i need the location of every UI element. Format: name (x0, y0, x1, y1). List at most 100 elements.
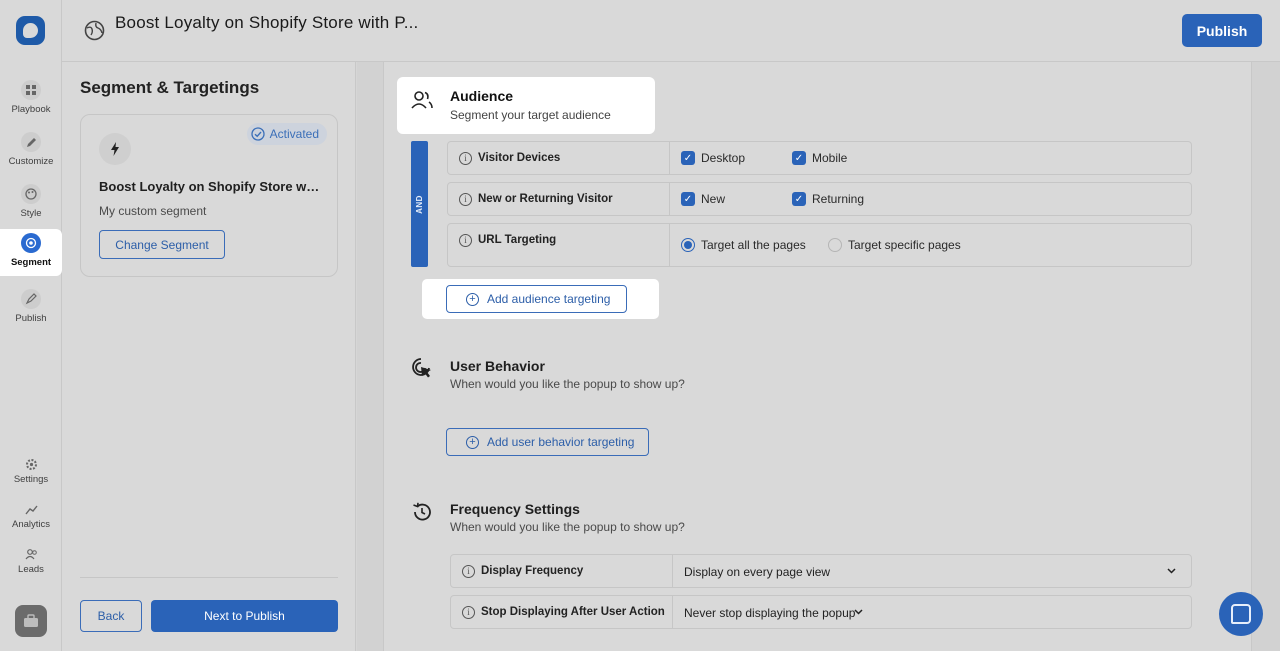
users-icon (25, 549, 37, 560)
button-label: Add user behavior targeting (487, 435, 635, 449)
targeting-row-new-returning: i New or Returning Visitor ✓ New ✓ Retur… (447, 182, 1192, 216)
option-label: Target specific pages (848, 238, 961, 252)
segment-panel: Segment & Targetings Activated Boost Loy… (62, 62, 356, 651)
app-logo[interactable] (16, 16, 45, 45)
row-label: Stop Displaying After User Action (481, 606, 665, 618)
rail-item-leads[interactable]: Leads (0, 548, 62, 575)
rail-label: Analytics (11, 519, 50, 530)
info-icon[interactable]: i (462, 606, 475, 619)
rail-item-style[interactable]: Style (0, 180, 62, 228)
add-audience-highlight: + Add audience targeting (422, 279, 659, 319)
rail-label: Segment (10, 257, 52, 268)
option-label: Mobile (812, 151, 848, 165)
row-label: New or Returning Visitor (478, 193, 613, 205)
rail-item-segment[interactable]: Segment (0, 229, 62, 276)
add-user-behavior-targeting-button[interactable]: + Add user behavior targeting (446, 428, 649, 456)
section-title: User Behavior (450, 358, 545, 374)
divider (80, 577, 338, 578)
and-label: AND (415, 194, 424, 214)
globe-icon (84, 20, 105, 41)
section-title: Frequency Settings (450, 501, 580, 517)
top-bar: Boost Loyalty on Shopify Store with P...… (62, 0, 1280, 62)
row-label: URL Targeting (478, 234, 557, 246)
status-badge: Activated (246, 123, 327, 145)
checkbox-checked-icon: ✓ (792, 151, 806, 165)
radio-target-all-pages[interactable]: Target all the pages (681, 238, 806, 252)
display-frequency-select[interactable]: Display on every page view (684, 565, 830, 579)
targeting-row-url: i URL Targeting Target all the pages Tar… (447, 223, 1192, 267)
info-icon[interactable]: i (459, 193, 472, 206)
rail-label: Style (20, 208, 42, 219)
segment-subtitle: My custom segment (99, 204, 207, 218)
info-icon[interactable]: i (459, 234, 472, 247)
and-connector: AND (411, 141, 428, 267)
rocket-icon (21, 289, 41, 309)
chevron-down-icon[interactable] (1167, 568, 1176, 574)
targeting-row-visitor-devices: i Visitor Devices ✓ Desktop ✓ Mobile (447, 141, 1192, 175)
history-icon (413, 502, 431, 521)
back-button[interactable]: Back (80, 600, 142, 632)
frequency-row-display: i Display Frequency Display on every pag… (450, 554, 1192, 588)
rail-label: Customize (8, 156, 54, 167)
checkbox-mobile[interactable]: ✓ Mobile (792, 151, 847, 165)
status-label: Activated (269, 127, 319, 141)
next-to-publish-button[interactable]: Next to Publish (151, 600, 338, 632)
checkbox-checked-icon: ✓ (792, 192, 806, 206)
checkbox-desktop[interactable]: ✓ Desktop (681, 151, 745, 165)
rail-label: Leads (18, 564, 44, 575)
row-label-cell: i URL Targeting (448, 224, 670, 266)
rail-item-settings[interactable]: Settings (0, 458, 62, 485)
option-label: Desktop (701, 151, 746, 165)
left-rail: Playbook Customize Style Segment Publish… (0, 0, 62, 651)
checkbox-new[interactable]: ✓ New (681, 192, 725, 206)
row-label-cell: i Display Frequency (451, 555, 673, 587)
checkbox-returning[interactable]: ✓ Returning (792, 192, 864, 206)
rail-item-customize[interactable]: Customize (0, 128, 62, 176)
rail-item-playbook[interactable]: Playbook (0, 76, 62, 124)
info-icon[interactable]: i (462, 565, 475, 578)
plus-circle-icon: + (466, 292, 479, 306)
check-circle-icon (250, 127, 265, 141)
add-audience-targeting-button[interactable]: + Add audience targeting (446, 285, 627, 313)
users-icon (411, 91, 433, 109)
rail-label: Publish (15, 313, 47, 324)
checkbox-checked-icon: ✓ (681, 192, 695, 206)
audience-header: Audience Segment your target audience (397, 77, 655, 134)
section-subtitle: When would you like the popup to show up… (450, 377, 685, 391)
segment-card: Activated Boost Loyalty on Shopify Store… (80, 114, 338, 277)
bolt-icon (99, 133, 131, 165)
rail-label: Playbook (11, 104, 51, 115)
chat-support-button[interactable] (1219, 592, 1263, 636)
row-label-cell: i Stop Displaying After User Action (451, 596, 673, 628)
palette-icon (21, 184, 41, 204)
checkbox-checked-icon: ✓ (681, 151, 695, 165)
chevron-down-icon[interactable] (854, 609, 863, 615)
radio-selected-icon (681, 238, 695, 252)
pencil-icon (21, 132, 41, 152)
cursor-click-icon (412, 358, 431, 378)
chat-icon (1231, 604, 1251, 624)
row-label-cell: i New or Returning Visitor (448, 183, 670, 215)
briefcase-icon[interactable] (15, 605, 47, 637)
radio-unselected-icon (828, 238, 842, 252)
gear-icon (25, 459, 37, 470)
target-icon (21, 233, 41, 253)
frequency-row-stop: i Stop Displaying After User Action Neve… (450, 595, 1192, 629)
rail-item-analytics[interactable]: Analytics (0, 503, 62, 530)
option-label: Target all the pages (701, 238, 806, 252)
publish-button[interactable]: Publish (1182, 14, 1262, 47)
stop-displaying-select[interactable]: Never stop displaying the popup (684, 606, 855, 620)
change-segment-button[interactable]: Change Segment (99, 230, 225, 259)
rail-item-publish[interactable]: Publish (0, 285, 62, 333)
info-icon[interactable]: i (459, 152, 472, 165)
row-label: Visitor Devices (478, 152, 561, 164)
radio-target-specific-pages[interactable]: Target specific pages (828, 238, 961, 252)
grid-icon (21, 80, 41, 100)
row-label: Display Frequency (481, 565, 584, 577)
option-label: New (701, 192, 726, 206)
rail-label: Settings (13, 474, 49, 485)
plus-circle-icon: + (466, 435, 479, 449)
panel-title: Segment & Targetings (80, 78, 260, 97)
row-label-cell: i Visitor Devices (448, 142, 670, 174)
page-title: Boost Loyalty on Shopify Store with P... (115, 13, 419, 32)
